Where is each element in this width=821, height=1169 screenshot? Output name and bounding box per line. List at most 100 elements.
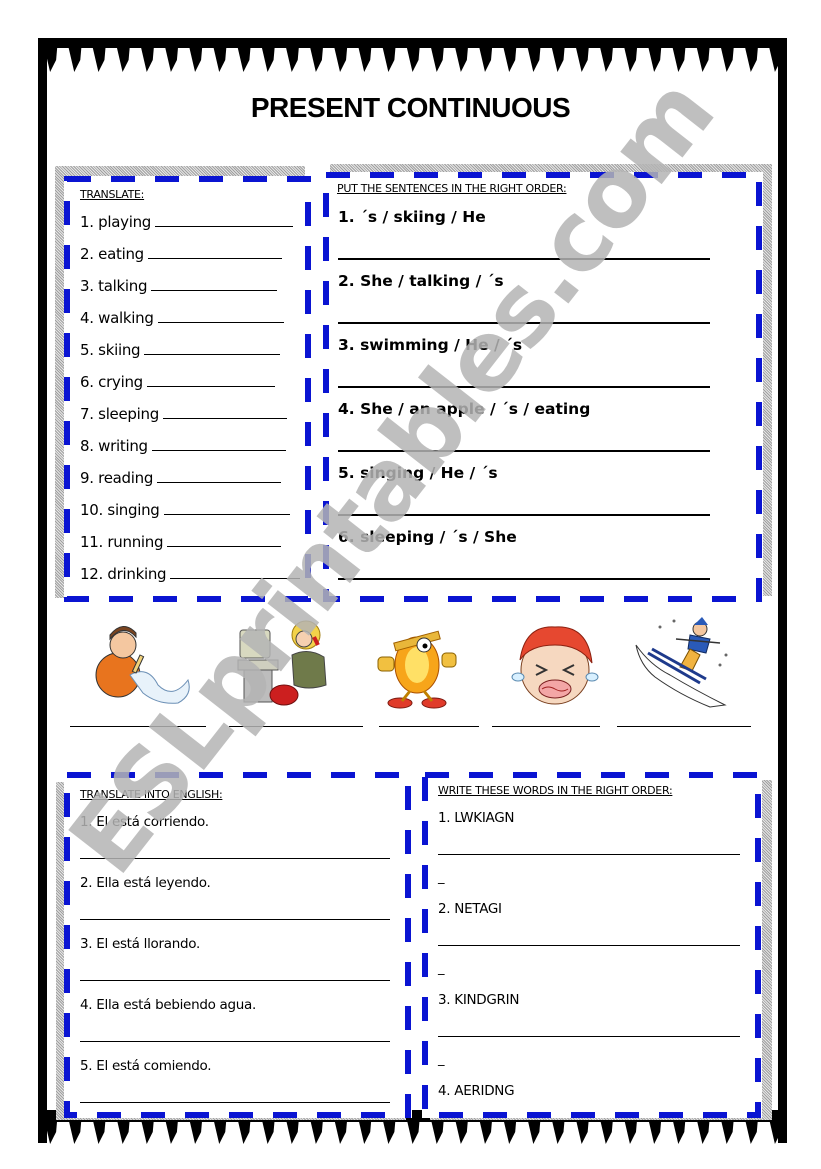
border-top-sawtooth <box>38 38 787 72</box>
border-tooth <box>237 1118 251 1144</box>
answer-blank[interactable] <box>167 532 282 547</box>
border-tooth <box>333 1118 348 1144</box>
border-tooth <box>599 46 614 72</box>
border-tooth <box>237 46 251 72</box>
order-sentence-item: 6. sleeping / ´s / She <box>338 528 517 546</box>
translate-english-item: 3. El está llorando. <box>80 936 200 952</box>
translate-word: 11. running <box>80 533 164 551</box>
answer-blank[interactable] <box>144 340 281 355</box>
border-tooth <box>213 1118 227 1144</box>
border-tooth <box>213 46 227 72</box>
border-tooth <box>68 1118 82 1144</box>
answer-blank[interactable] <box>170 564 301 579</box>
translate-word: 4. walking <box>80 309 154 327</box>
answer-blank[interactable] <box>146 372 275 387</box>
woman-talking-on-phone-icon <box>236 615 336 710</box>
answer-line[interactable] <box>438 854 740 855</box>
border-tooth <box>599 1118 614 1144</box>
translate-item: 7. sleeping <box>80 404 287 423</box>
picture-answer-line[interactable] <box>379 726 479 727</box>
answer-line[interactable] <box>80 919 390 920</box>
border-tooth <box>68 46 82 72</box>
answer-line[interactable] <box>80 980 390 981</box>
translate-word: 2. eating <box>80 245 144 263</box>
translate-english-item: 1. El está corriendo. <box>80 814 209 830</box>
answer-line[interactable] <box>338 386 710 388</box>
border-tooth <box>672 1118 686 1144</box>
translate-item: 10. singing <box>80 500 290 519</box>
border-tooth <box>140 1118 154 1144</box>
dash-mark: _ <box>438 870 445 885</box>
border-tooth <box>261 46 275 72</box>
answer-line[interactable] <box>80 1102 390 1103</box>
picture-answer-line[interactable] <box>617 726 751 727</box>
boy-writing-icon <box>88 615 200 710</box>
answer-line[interactable] <box>338 450 710 452</box>
border-tooth <box>575 46 589 72</box>
border-tooth <box>478 46 493 72</box>
translate-item: 11. running <box>80 532 282 551</box>
border-tooth <box>164 1118 179 1144</box>
answer-blank[interactable] <box>157 308 284 323</box>
order-sentences-box: PUT THE SENTENCES IN THE RIGHT ORDER: 1.… <box>323 172 763 602</box>
translate-english-box: TRANSLATE INTO ENGLISH: 1. El está corri… <box>64 772 412 1118</box>
translate-item: 3. talking <box>80 276 278 295</box>
border-tooth <box>406 46 420 72</box>
dash-mark: _ <box>438 961 445 976</box>
border-tooth <box>430 46 444 72</box>
border-tooth <box>720 46 734 72</box>
border-tooth <box>285 1118 299 1144</box>
translate-word: 12. drinking <box>80 565 167 583</box>
translate-english-heading: TRANSLATE INTO ENGLISH: <box>80 788 223 801</box>
answer-line[interactable] <box>338 514 710 516</box>
border-tooth <box>92 46 106 72</box>
answer-blank[interactable] <box>155 212 294 227</box>
border-tooth <box>503 1118 517 1144</box>
border-left <box>38 38 47 1143</box>
border-tooth <box>527 46 541 72</box>
border-tooth <box>503 46 517 72</box>
word-order-item: 4. AERIDNG <box>438 1083 515 1099</box>
translate-word: 3. talking <box>80 277 148 295</box>
answer-blank[interactable] <box>157 468 282 483</box>
border-tooth <box>309 1118 324 1144</box>
translate-word: 10. singing <box>80 501 160 519</box>
answer-line[interactable] <box>80 858 390 859</box>
picture-answer-line[interactable] <box>492 726 600 727</box>
border-tooth <box>744 1118 759 1144</box>
border-tooth <box>382 1118 396 1144</box>
word-order-item: 2. NETAGI <box>438 901 502 917</box>
translate-word: 9. reading <box>80 469 154 487</box>
answer-line[interactable] <box>338 258 710 260</box>
border-tooth <box>430 1118 444 1144</box>
picture-answer-line[interactable] <box>229 726 363 727</box>
border-tooth <box>575 1118 589 1144</box>
answer-blank[interactable] <box>147 244 282 259</box>
border-tooth <box>333 46 348 72</box>
translate-item: 1. playing <box>80 212 294 231</box>
border-tooth <box>189 46 203 72</box>
border-tooth <box>720 1118 734 1144</box>
order-sentence-item: 3. swimming / He / ´s <box>338 336 523 354</box>
picture-answer-line[interactable] <box>70 726 206 727</box>
answer-line[interactable] <box>338 578 710 580</box>
order-sentence-item: 1. ´s / skiing / He <box>338 208 486 226</box>
border-right <box>778 38 787 1143</box>
answer-blank[interactable] <box>162 404 287 419</box>
answer-line[interactable] <box>438 945 740 946</box>
answer-blank[interactable] <box>151 436 286 451</box>
border-tooth <box>672 46 686 72</box>
border-tooth <box>648 1118 662 1144</box>
border-tooth <box>696 46 710 72</box>
border-tooth <box>623 46 638 72</box>
order-sentence-item: 4. She / an apple / ´s / eating <box>338 400 591 418</box>
answer-blank[interactable] <box>163 500 290 515</box>
answer-line[interactable] <box>438 1036 740 1037</box>
border-tooth <box>116 1118 130 1144</box>
answer-blank[interactable] <box>151 276 278 291</box>
girl-crying-icon <box>500 615 600 710</box>
answer-line[interactable] <box>80 1041 390 1042</box>
answer-line[interactable] <box>338 322 710 324</box>
border-tooth <box>140 46 154 72</box>
skier-icon <box>630 615 728 710</box>
